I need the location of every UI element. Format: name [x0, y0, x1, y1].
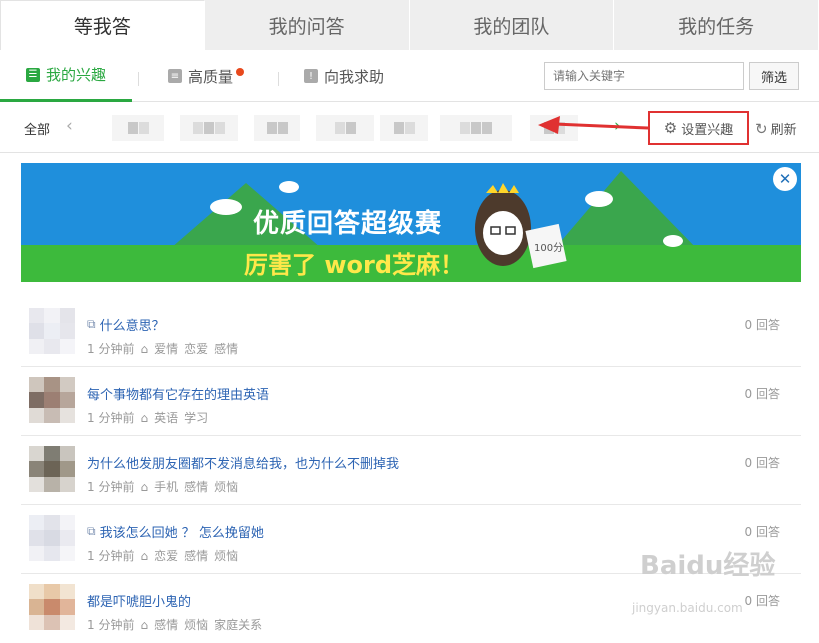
answer-count: 0 回答: [744, 525, 780, 539]
layers-icon: ≡: [168, 69, 182, 83]
avatar: [29, 515, 75, 561]
exclamation-icon: !: [304, 69, 318, 83]
interest-chip[interactable]: [316, 115, 374, 141]
interest-chip[interactable]: [440, 115, 512, 141]
question-tag[interactable]: 烦恼: [214, 547, 238, 564]
baidu-watermark: Baidu经验 jingyan.baidu.com: [620, 545, 810, 625]
question-time: 1 分钟前: [87, 342, 135, 356]
question-title-text: 都是吓唬胆小鬼的: [87, 595, 192, 610]
question-title[interactable]: 每个事物都有它存在的理由英语: [87, 384, 269, 403]
question-title[interactable]: 都是吓唬胆小鬼的: [87, 591, 191, 610]
interest-chip[interactable]: [112, 115, 164, 141]
question-meta: 1 分钟前 ⌂ 英语 学习: [87, 409, 208, 426]
close-icon[interactable]: ✕: [773, 167, 797, 191]
chevron-left-icon[interactable]: ‹: [66, 116, 73, 136]
tab-waiting-answer[interactable]: 等我答: [0, 0, 205, 50]
question-tag[interactable]: 家庭关系: [214, 616, 262, 633]
tab-my-team[interactable]: 我的团队: [410, 0, 615, 50]
tab-my-interests[interactable]: ☰ 我的兴趣: [0, 50, 133, 102]
annotation-arrow-icon: [538, 116, 649, 134]
refresh-label: 刷新: [770, 123, 797, 138]
filter-button[interactable]: 筛选: [749, 62, 799, 90]
question-tag[interactable]: 感情: [154, 616, 178, 633]
banner-title: 优质回答超级赛: [253, 209, 443, 239]
list-icon: ☰: [26, 67, 40, 82]
all-interests-link[interactable]: 全部: [24, 119, 50, 138]
question-meta: 1 分钟前 ⌂ 爱情 恋爱 感情: [87, 340, 238, 357]
search-input[interactable]: [544, 62, 744, 90]
list-item[interactable]: 为什么他发朋友圈都不发消息给我，也为什么不删掉我 1 分钟前 ⌂ 手机 感情 烦…: [21, 436, 801, 505]
watermark-logo: Baidu经验: [640, 551, 776, 581]
answer-count: 0 回答: [744, 387, 780, 401]
question-title-text: 每个事物都有它存在的理由英语: [87, 388, 270, 403]
question-time: 1 分钟前: [87, 411, 135, 425]
question-meta: 1 分钟前 ⌂ 手机 感情 烦恼: [87, 478, 238, 495]
tag-icon: ⌂: [140, 548, 149, 563]
question-time: 1 分钟前: [87, 549, 135, 563]
question-title-text: 什么意思？: [99, 319, 165, 334]
avatar: [29, 446, 75, 492]
question-meta: 1 分钟前 ⌂ 恋爱 感情 烦恼: [87, 547, 238, 564]
top-tab-bar: 等我答 我的问答 我的团队 我的任务: [0, 0, 819, 50]
set-interests-label: 设置兴趣: [681, 122, 734, 138]
watermark-url: jingyan.baidu.com: [632, 601, 743, 615]
tag-icon: ⌂: [140, 410, 149, 425]
question-tag[interactable]: 烦恼: [184, 616, 208, 633]
tab-ask-me-help[interactable]: ! 向我求助: [304, 50, 384, 102]
tab-my-tasks[interactable]: 我的任务: [614, 0, 819, 50]
banner-badge: 100分: [534, 243, 564, 254]
question-title-text: 为什么他发朋友圈都不发消息给我，也为什么不删掉我: [87, 457, 400, 472]
interest-chip[interactable]: [380, 115, 428, 141]
question-tag[interactable]: 爱情: [154, 340, 178, 357]
refresh-icon: ↻: [755, 119, 768, 138]
question-title[interactable]: ⧉ 我该怎么回她 ？ 怎么挽留她: [87, 522, 264, 541]
question-tag[interactable]: 恋爱: [184, 340, 208, 357]
question-tag[interactable]: 烦恼: [214, 478, 238, 495]
image-icon: ⧉: [87, 524, 96, 538]
question-tag[interactable]: 感情: [214, 340, 238, 357]
question-title[interactable]: ⧉ 什么意思？: [87, 315, 165, 334]
list-item[interactable]: 每个事物都有它存在的理由英语 1 分钟前 ⌂ 英语 学习 0 回答: [21, 367, 801, 436]
question-tag[interactable]: 感情: [184, 547, 208, 564]
answer-count: 0 回答: [744, 318, 780, 332]
tag-icon: ⌂: [140, 479, 149, 494]
question-title[interactable]: 为什么他发朋友圈都不发消息给我，也为什么不删掉我: [87, 453, 399, 472]
banner-subtitle: 厉害了 word芝麻！: [244, 251, 465, 279]
gear-icon: ⚙: [663, 119, 678, 137]
question-meta: 1 分钟前 ⌂ 感情 烦恼 家庭关系: [87, 616, 262, 633]
question-tag[interactable]: 手机: [154, 478, 178, 495]
tab-my-qa[interactable]: 我的问答: [205, 0, 410, 50]
question-time: 1 分钟前: [87, 480, 135, 494]
question-title-text: 我该怎么回她 ？ 怎么挽留她: [99, 526, 264, 541]
question-tag[interactable]: 感情: [184, 478, 208, 495]
tab-ask-me-help-label: 向我求助: [324, 67, 385, 86]
tab-my-interests-label: 我的兴趣: [46, 66, 107, 84]
tab-high-quality[interactable]: ≡ 高质量: [168, 50, 245, 102]
set-interests-button[interactable]: ⚙ 设置兴趣: [648, 111, 749, 145]
question-tag[interactable]: 英语: [154, 409, 178, 426]
answer-count: 0 回答: [744, 456, 780, 470]
tag-icon: ⌂: [140, 617, 149, 632]
question-tag[interactable]: 恋爱: [154, 547, 178, 564]
refresh-button[interactable]: ↻ 刷新: [755, 119, 797, 139]
image-icon: ⧉: [87, 317, 96, 331]
notification-dot: [236, 68, 245, 76]
avatar: [29, 308, 75, 354]
interest-chip[interactable]: [180, 115, 238, 141]
tag-icon: ⌂: [140, 341, 149, 356]
question-time: 1 分钟前: [87, 618, 135, 632]
avatar: [29, 584, 75, 630]
divider: [138, 72, 139, 86]
tab-high-quality-label: 高质量: [188, 67, 234, 86]
interest-chip[interactable]: [254, 115, 300, 141]
avatar: [29, 377, 75, 423]
divider: [278, 72, 279, 86]
question-tag[interactable]: 学习: [184, 409, 208, 426]
list-item[interactable]: ⧉ 什么意思？ 1 分钟前 ⌂ 爱情 恋爱 感情 0 回答: [21, 298, 801, 367]
promo-banner[interactable]: 优质回答超级赛 厉害了 word芝麻！ 100分 ✕: [21, 163, 801, 282]
